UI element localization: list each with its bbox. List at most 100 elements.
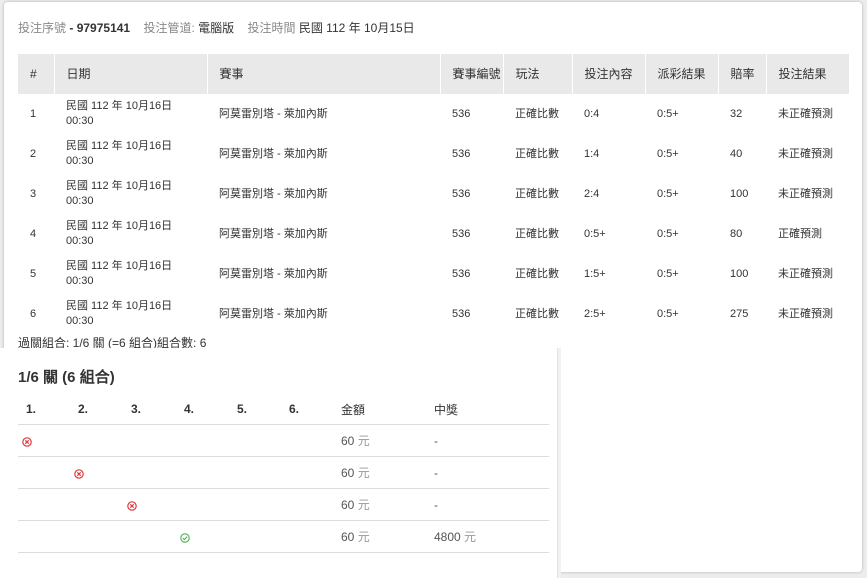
combo-win-value: -: [434, 465, 438, 480]
combo-amount-value: 60: [341, 530, 355, 544]
bet-no: 3: [30, 187, 37, 200]
combo-amount-unit: 元: [357, 530, 370, 544]
combo-row: 60 元 4800 元: [18, 520, 549, 553]
combo-table-header: 1. 2. 3. 4. 5. 6. 金額 中獎: [18, 394, 549, 425]
bet-date-time: 00:30: [66, 195, 94, 207]
combo-col-win: 中獎: [426, 394, 549, 425]
bets-table: # 日期 賽事 賽事編號 玩法 投注內容 派彩結果 賠率 投注結果 1 民國 11…: [18, 54, 849, 334]
bet-result: 未正確預測: [778, 147, 833, 160]
combo-slot-5: [229, 424, 281, 457]
combo-col-6: 6.: [281, 394, 333, 425]
combo-col-5: 5.: [229, 394, 281, 425]
bet-date: 民國 112 年 10月16日 00:30: [54, 254, 207, 294]
bet-date-day: 民國 112 年 10月16日: [66, 220, 173, 232]
bet-no: 2: [30, 147, 37, 160]
bet-match-no: 536: [452, 147, 471, 160]
bet-play: 正確比數: [515, 187, 559, 200]
bet-match-no: 536: [452, 187, 471, 200]
bet-date-time: 00:30: [66, 235, 94, 247]
bet-result: 未正確預測: [778, 307, 833, 320]
bet-date: 民國 112 年 10月16日 00:30: [54, 294, 207, 334]
col-result: 投注結果: [765, 54, 849, 94]
combo-title: 1/6 關 (6 組合): [18, 369, 115, 386]
combo-slot-3: [123, 456, 176, 489]
combo-slot-6: [281, 520, 333, 553]
bet-no: 1: [30, 107, 37, 120]
combo-amount-unit: 元: [357, 466, 370, 480]
bet-payout: 0:5+: [657, 187, 679, 200]
combo-win-value: 4800: [434, 530, 461, 544]
bet-pick: 1:5+: [584, 267, 606, 280]
bet-odds: 32: [730, 107, 743, 120]
bet-play: 正確比數: [515, 227, 559, 240]
bet-result: 未正確預測: [778, 107, 833, 120]
col-match: 賽事: [206, 54, 440, 94]
x-circle-icon: [74, 468, 84, 480]
bet-match: 阿莫雷別塔 - 萊加內斯: [219, 267, 328, 280]
combo-row: 60 元 -: [18, 456, 549, 489]
bet-result: 未正確預測: [778, 267, 833, 280]
check-circle-icon: [180, 532, 190, 544]
combo-col-1: 1.: [18, 394, 70, 425]
combo-slot-3: [123, 488, 176, 521]
combo-col-amount: 金額: [333, 394, 426, 425]
bet-row: 6 民國 112 年 10月16日 00:30 阿莫雷別塔 - 萊加內斯 536 正確比數…: [18, 294, 849, 334]
combo-slot-4: [176, 424, 229, 457]
bet-date-day: 民國 112 年 10月16日: [66, 300, 173, 312]
bet-date-time: 00:30: [66, 115, 94, 127]
combo-slot-4: [176, 456, 229, 489]
bets-table-header: # 日期 賽事 賽事編號 玩法 投注內容 派彩結果 賠率 投注結果: [18, 54, 849, 94]
combo-amount: 60 元: [333, 520, 426, 553]
time-value: 民國 112 年 10月15日: [298, 21, 415, 35]
bet-date-day: 民國 112 年 10月16日: [66, 100, 173, 112]
channel-value: 電腦版: [198, 21, 235, 35]
bet-match: 阿莫雷別塔 - 萊加內斯: [219, 147, 328, 160]
bet-pick: 2:4: [584, 187, 600, 200]
bet-row: 3 民國 112 年 10月16日 00:30 阿莫雷別塔 - 萊加內斯 536 正確比數…: [18, 174, 849, 214]
combo-win: 4800 元: [426, 520, 549, 553]
combo-slot-5: [229, 520, 281, 553]
bet-match: 阿莫雷別塔 - 萊加內斯: [219, 107, 328, 120]
bet-play: 正確比數: [515, 107, 559, 120]
combo-amount-value: 60: [341, 434, 355, 448]
combo-slot-6: [281, 488, 333, 521]
combo-win-value: -: [434, 497, 438, 512]
bet-pick: 1:4: [584, 147, 600, 160]
bet-match: 阿莫雷別塔 - 萊加內斯: [219, 227, 328, 240]
bet-date: 民國 112 年 10月16日 00:30: [54, 94, 207, 134]
combo-slot-1: [18, 488, 70, 521]
bet-payout: 0:5+: [657, 147, 679, 160]
combo-row: 60 元-: [18, 488, 549, 521]
bet-date-day: 民國 112 年 10月16日: [66, 140, 173, 152]
combo-col-4: 4.: [176, 394, 229, 425]
bet-payout: 0:5+: [657, 107, 679, 120]
bet-date-day: 民國 112 年 10月16日: [66, 260, 173, 272]
bet-result: 正確預測: [778, 227, 822, 240]
bet-date: 民國 112 年 10月16日 00:30: [54, 214, 207, 254]
x-circle-icon: [22, 436, 32, 448]
bet-play: 正確比數: [515, 307, 559, 320]
combo-amount-value: 60: [341, 466, 355, 480]
bet-row: 1 民國 112 年 10月16日 00:30 阿莫雷別塔 - 萊加內斯 536 正確比數…: [18, 94, 849, 134]
combo-win-value: -: [434, 433, 438, 448]
bet-odds: 40: [730, 147, 743, 160]
bet-play: 正確比數: [515, 147, 559, 160]
bet-no: 5: [30, 267, 37, 280]
combo-slot-2: [70, 456, 123, 489]
col-payout: 派彩結果: [644, 54, 718, 94]
combo-win: -: [426, 456, 549, 489]
x-circle-icon: [127, 500, 137, 512]
combo-win: -: [426, 424, 549, 457]
bet-pick: 2:5+: [584, 307, 606, 320]
bet-payout: 0:5+: [657, 267, 679, 280]
combo-slot-2: [70, 424, 123, 457]
bet-odds: 100: [730, 267, 749, 280]
bet-row: 4 民國 112 年 10月16日 00:30 阿莫雷別塔 - 萊加內斯 536 正確比數…: [18, 214, 849, 254]
bet-match-no: 536: [452, 227, 471, 240]
combo-row: 60 元-: [18, 424, 549, 457]
channel-label: 投注管道:: [143, 21, 195, 35]
bet-no: 4: [30, 227, 37, 240]
combo-slot-2: [70, 488, 123, 521]
combo-slot-2: [70, 520, 123, 553]
combo-amount: 60 元: [333, 424, 426, 457]
